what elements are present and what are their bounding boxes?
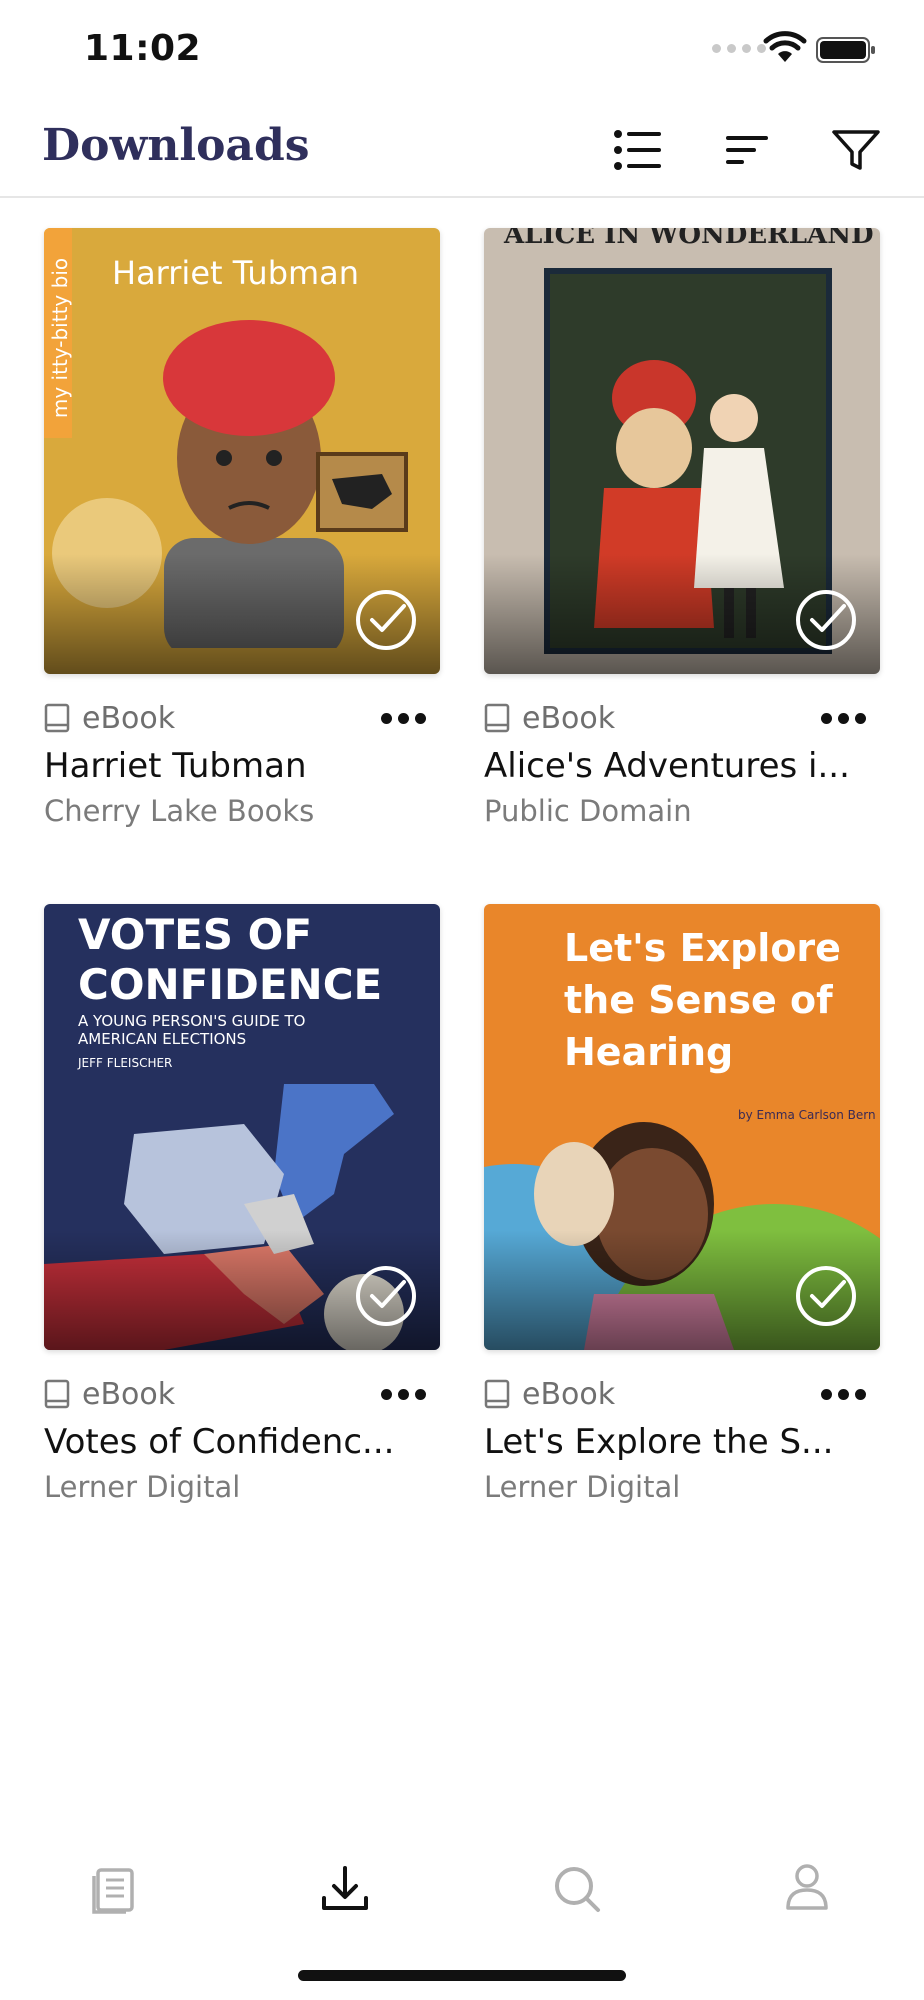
cellular-signal-icon bbox=[712, 44, 766, 53]
wifi-icon bbox=[763, 31, 807, 62]
book-publisher: Lerner Digital bbox=[484, 1470, 681, 1504]
book-card[interactable]: Let's Explore the Sense of Hearing by Em… bbox=[484, 904, 880, 1504]
book-meta: eBook bbox=[44, 1376, 440, 1412]
ebook-icon bbox=[484, 703, 510, 733]
list-view-button[interactable] bbox=[608, 120, 668, 180]
more-options-button[interactable] bbox=[821, 712, 866, 724]
ebook-icon bbox=[484, 1379, 510, 1409]
battery-icon bbox=[816, 37, 875, 63]
cover-subtitle-text: A YOUNG PERSON'S GUIDE TO AMERICAN ELECT… bbox=[78, 1012, 306, 1048]
book-meta: eBook bbox=[44, 700, 440, 736]
book-format: eBook bbox=[82, 700, 176, 736]
cover-title-text: Harriet Tubman bbox=[112, 254, 360, 292]
downloads-screen: 11:02 Downloads my itty-bitty bio Harrie… bbox=[0, 0, 924, 2000]
sort-button[interactable] bbox=[718, 120, 778, 180]
book-format: eBook bbox=[522, 700, 616, 736]
library-icon bbox=[92, 1868, 134, 1914]
ebook-icon bbox=[44, 1379, 70, 1409]
downloaded-check-icon bbox=[356, 1266, 416, 1326]
book-format: eBook bbox=[82, 1376, 176, 1412]
search-icon bbox=[555, 1867, 600, 1912]
book-card[interactable]: my itty-bitty bio Harriet Tubman eBook H… bbox=[44, 228, 440, 828]
downloaded-check-icon bbox=[356, 590, 416, 650]
home-indicator[interactable] bbox=[298, 1970, 626, 1981]
cover-series-text: my itty-bitty bio bbox=[48, 257, 72, 419]
header: Downloads bbox=[0, 100, 924, 198]
book-cover[interactable]: my itty-bitty bio Harriet Tubman bbox=[44, 228, 440, 674]
more-options-button[interactable] bbox=[381, 1388, 426, 1400]
filter-icon bbox=[832, 130, 880, 170]
map-frame-illustration bbox=[316, 452, 408, 532]
status-bar: 11:02 bbox=[0, 0, 924, 100]
list-icon bbox=[614, 130, 661, 170]
ebook-icon bbox=[44, 703, 70, 733]
book-title[interactable]: Let's Explore the S... bbox=[484, 1422, 880, 1462]
book-title[interactable]: Harriet Tubman bbox=[44, 746, 440, 786]
book-cover[interactable]: VOTES OF CONFIDENCE A YOUNG PERSON'S GUI… bbox=[44, 904, 440, 1350]
book-cover[interactable]: ALICE IN WONDERLAND bbox=[484, 228, 880, 674]
book-card[interactable]: ALICE IN WONDERLAND eBook Alice's Advent… bbox=[484, 228, 880, 828]
tab-profile[interactable] bbox=[772, 1854, 842, 1924]
tab-search[interactable] bbox=[542, 1854, 612, 1924]
person-icon bbox=[786, 1864, 828, 1910]
sort-icon bbox=[726, 136, 768, 164]
cover-title-text: ALICE IN WONDERLAND bbox=[504, 228, 874, 250]
book-format: eBook bbox=[522, 1376, 616, 1412]
downloaded-check-icon bbox=[796, 1266, 856, 1326]
page-title: Downloads bbox=[42, 120, 310, 171]
book-card[interactable]: VOTES OF CONFIDENCE A YOUNG PERSON'S GUI… bbox=[44, 904, 440, 1504]
tab-downloads[interactable] bbox=[310, 1854, 380, 1924]
book-meta: eBook bbox=[484, 700, 880, 736]
tab-library[interactable] bbox=[80, 1854, 150, 1924]
cover-title-text: Let's Explore the Sense of Hearing bbox=[564, 926, 841, 1074]
more-options-button[interactable] bbox=[381, 712, 426, 724]
tab-bar bbox=[0, 1840, 924, 1930]
book-publisher: Lerner Digital bbox=[44, 1470, 241, 1504]
cover-title-text: VOTES OF CONFIDENCE bbox=[78, 910, 383, 1009]
downloaded-check-icon bbox=[796, 590, 856, 650]
book-meta: eBook bbox=[484, 1376, 880, 1412]
book-publisher: Cherry Lake Books bbox=[44, 794, 315, 828]
book-title[interactable]: Alice's Adventures i... bbox=[484, 746, 880, 786]
status-time: 11:02 bbox=[84, 28, 202, 69]
book-title[interactable]: Votes of Confidenc... bbox=[44, 1422, 440, 1462]
more-options-button[interactable] bbox=[821, 1388, 866, 1400]
book-publisher: Public Domain bbox=[484, 794, 692, 828]
download-icon bbox=[322, 1866, 368, 1910]
filter-button[interactable] bbox=[826, 120, 886, 180]
book-cover[interactable]: Let's Explore the Sense of Hearing by Em… bbox=[484, 904, 880, 1350]
